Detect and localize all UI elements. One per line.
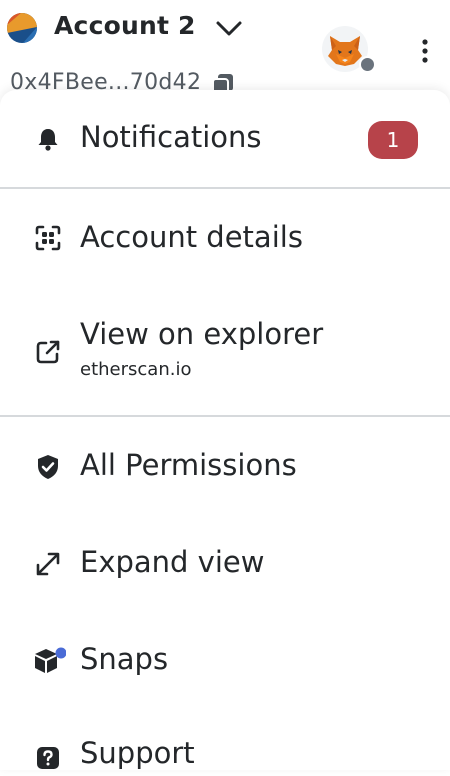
shield-check-icon (34, 453, 62, 481)
account-options-menu: Notifications 1 Account details View on … (0, 90, 450, 770)
menu-item-all-permissions[interactable]: All Permissions (0, 417, 450, 515)
menu-item-label: Support (80, 736, 195, 770)
scan-qr-icon (34, 224, 62, 252)
menu-item-sublabel: etherscan.io (80, 359, 192, 380)
menu-item-label: Snaps (80, 642, 169, 676)
notifications-count-badge: 1 (368, 121, 418, 159)
menu-item-expand-view[interactable]: Expand view (0, 515, 450, 612)
expand-arrows-icon (34, 550, 62, 578)
menu-item-account-details[interactable]: Account details (0, 189, 450, 287)
menu-item-support[interactable]: Support (0, 709, 450, 770)
snaps-cube-icon (34, 645, 67, 673)
chevron-down-icon[interactable] (214, 14, 244, 44)
connection-status-dot (359, 56, 376, 73)
account-header: Account 2 0x4FBee...70d42 (0, 0, 450, 100)
menu-item-snaps[interactable]: Snaps (0, 612, 450, 709)
menu-item-label: Notifications (80, 120, 262, 154)
question-icon (34, 744, 62, 772)
menu-item-label: Account details (80, 220, 303, 254)
account-avatar-icon[interactable] (7, 13, 37, 43)
bell-icon (34, 125, 62, 153)
menu-item-view-on-explorer[interactable]: View on explorer etherscan.io (0, 287, 450, 415)
menu-item-notifications[interactable]: Notifications 1 (0, 90, 450, 187)
menu-item-label: View on explorer (80, 317, 324, 351)
menu-item-label: All Permissions (80, 448, 297, 482)
menu-item-label: Expand view (80, 545, 265, 579)
external-link-icon (34, 338, 62, 366)
more-vertical-icon[interactable] (413, 36, 437, 68)
account-name-button[interactable]: Account 2 (54, 11, 196, 40)
